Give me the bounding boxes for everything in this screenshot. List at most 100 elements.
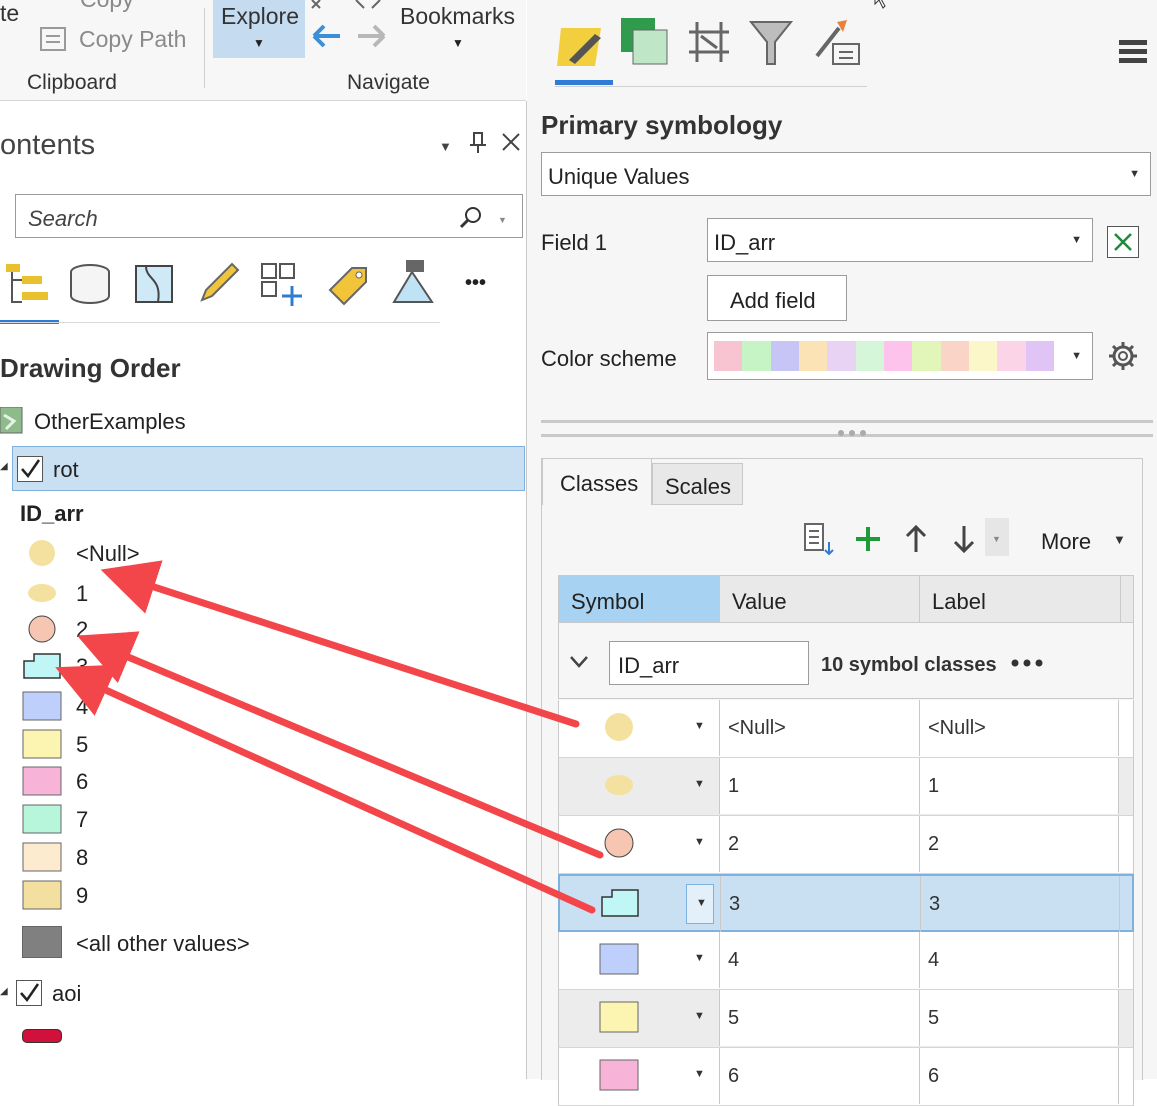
class-symbol[interactable]: [599, 769, 639, 806]
layer-visibility-checkbox[interactable]: [17, 456, 43, 482]
expand-arrow-icon[interactable]: ◢: [0, 461, 8, 472]
splitter-grip-icon[interactable]: [835, 424, 871, 436]
layer-name-aoi[interactable]: aoi: [52, 981, 81, 1007]
add-field-button[interactable]: Add field: [707, 275, 847, 321]
expression-icon[interactable]: [1107, 226, 1139, 258]
drawing-order-icon[interactable]: [4, 262, 52, 306]
gear-icon[interactable]: [1107, 340, 1139, 372]
aoi-line-symbol[interactable]: [22, 1029, 62, 1043]
symbol-dropdown-chevron-icon[interactable]: ▼: [685, 1056, 713, 1096]
legend-swatch[interactable]: [22, 578, 62, 613]
symbol-layer-drawing-icon[interactable]: [685, 18, 733, 66]
layer-row-rot[interactable]: rot: [12, 446, 525, 491]
class-symbol[interactable]: [599, 711, 639, 748]
symbol-dropdown-chevron-icon[interactable]: ▼: [685, 940, 713, 980]
class-value-cell[interactable]: 2: [719, 816, 919, 872]
legend-swatch-other[interactable]: [22, 926, 62, 958]
close-icon[interactable]: [500, 131, 522, 153]
class-row[interactable]: ▼ 3 3: [558, 874, 1134, 932]
class-symbol-cell[interactable]: ▼: [559, 700, 719, 756]
tab-scales[interactable]: Scales: [652, 463, 743, 505]
legend-swatch[interactable]: [22, 691, 62, 726]
move-up-arrow-icon[interactable]: [903, 524, 929, 554]
legend-swatch[interactable]: [22, 538, 62, 573]
class-label-cell[interactable]: 5: [919, 990, 1119, 1046]
class-label-cell[interactable]: 4: [919, 932, 1119, 988]
class-symbol-cell[interactable]: ▼: [559, 1048, 719, 1104]
search-input[interactable]: Search ▼: [15, 194, 523, 238]
legend-swatch[interactable]: [22, 766, 62, 801]
class-symbol[interactable]: [599, 827, 639, 864]
map-name[interactable]: OtherExamples: [34, 409, 186, 435]
class-value-cell[interactable]: 3: [720, 876, 920, 932]
class-symbol-cell[interactable]: ▼: [559, 758, 719, 814]
symbol-dropdown-chevron-icon[interactable]: ▼: [686, 884, 714, 924]
class-value-cell[interactable]: 1: [719, 758, 919, 814]
class-symbol-cell[interactable]: ▼: [559, 990, 719, 1046]
class-symbol[interactable]: [599, 1059, 639, 1096]
labeling-tag-icon[interactable]: [324, 260, 372, 308]
layer-visibility-checkbox-aoi[interactable]: [16, 980, 42, 1006]
copy-button-fragment[interactable]: Copy: [80, 0, 134, 13]
explore-button[interactable]: Explore ▼: [213, 0, 305, 58]
symbol-dropdown-chevron-icon[interactable]: ▼: [685, 824, 713, 864]
class-label-cell[interactable]: <Null>: [919, 700, 1119, 756]
class-value-cell[interactable]: 6: [719, 1048, 919, 1104]
more-chevron-icon[interactable]: ▼: [1113, 532, 1126, 547]
class-row[interactable]: ▼ 4 4: [558, 932, 1134, 990]
class-options-dropdown[interactable]: ▼: [985, 518, 1009, 556]
symbol-dropdown-chevron-icon[interactable]: ▼: [685, 766, 713, 806]
paste-button-fragment[interactable]: te: [0, 0, 19, 27]
legend-swatch[interactable]: [22, 651, 62, 686]
group-heading-input[interactable]: ID_arr: [609, 641, 809, 685]
class-value-cell[interactable]: <Null>: [719, 700, 919, 756]
class-label-cell[interactable]: 6: [919, 1048, 1119, 1104]
class-row[interactable]: ▼ 1 1: [558, 758, 1134, 816]
class-symbol[interactable]: [599, 943, 639, 980]
add-class-plus-icon[interactable]: [853, 524, 883, 554]
selection-map-icon[interactable]: [132, 262, 178, 306]
class-symbol-cell[interactable]: ▼: [559, 932, 719, 988]
bookmarks-button[interactable]: Bookmarks: [400, 3, 515, 30]
more-views-button[interactable]: •••: [465, 272, 486, 295]
class-symbol-cell[interactable]: ▼: [560, 876, 720, 932]
class-value-cell[interactable]: 5: [719, 990, 919, 1046]
column-header-symbol[interactable]: Symbol: [559, 576, 719, 622]
mask-brush-icon[interactable]: [813, 16, 863, 68]
primary-symbology-icon[interactable]: [555, 16, 611, 74]
symbol-dropdown-chevron-icon[interactable]: ▼: [685, 998, 713, 1038]
collapse-chevron-icon[interactable]: [569, 655, 589, 669]
legend-swatch[interactable]: [22, 729, 62, 764]
legend-swatch[interactable]: [22, 842, 62, 877]
color-scheme-select[interactable]: ▼: [707, 332, 1093, 380]
symbol-dropdown-chevron-icon[interactable]: ▼: [685, 708, 713, 748]
editing-pencil-icon[interactable]: [196, 260, 242, 306]
copy-path-button[interactable]: Copy Path: [79, 26, 186, 53]
data-source-icon[interactable]: [68, 262, 112, 306]
more-button[interactable]: More: [1041, 529, 1091, 555]
pane-menu-icon[interactable]: [1119, 40, 1147, 64]
class-symbol[interactable]: [599, 1001, 639, 1038]
legend-swatch[interactable]: [22, 614, 62, 649]
class-symbol-cell[interactable]: ▼: [559, 816, 719, 872]
add-all-values-icon[interactable]: [803, 522, 837, 556]
class-label-cell[interactable]: 3: [920, 876, 1120, 932]
pin-icon[interactable]: [468, 131, 488, 155]
field1-select[interactable]: ID_arr ▼: [707, 218, 1093, 262]
class-row[interactable]: ▼ 5 5: [558, 990, 1134, 1048]
pane-menu-icon[interactable]: ▼: [439, 139, 452, 154]
class-symbol[interactable]: [600, 887, 640, 924]
move-down-arrow-icon[interactable]: [951, 524, 977, 554]
expand-arrow-icon[interactable]: ◢: [0, 986, 8, 997]
snapping-grid-icon[interactable]: [258, 260, 306, 308]
bookmarks-chevron-icon[interactable]: ▼: [452, 36, 464, 50]
tab-classes[interactable]: Classes: [542, 458, 652, 505]
class-row[interactable]: ▼ <Null> <Null>: [558, 700, 1134, 758]
column-header-label[interactable]: Label: [919, 576, 1121, 622]
class-value-cell[interactable]: 4: [719, 932, 919, 988]
legend-swatch[interactable]: [22, 880, 62, 915]
column-header-value[interactable]: Value: [719, 576, 920, 622]
symbology-method-select[interactable]: Unique Values ▼: [541, 152, 1151, 196]
class-label-cell[interactable]: 1: [919, 758, 1119, 814]
class-row[interactable]: ▼ 2 2: [558, 816, 1134, 874]
